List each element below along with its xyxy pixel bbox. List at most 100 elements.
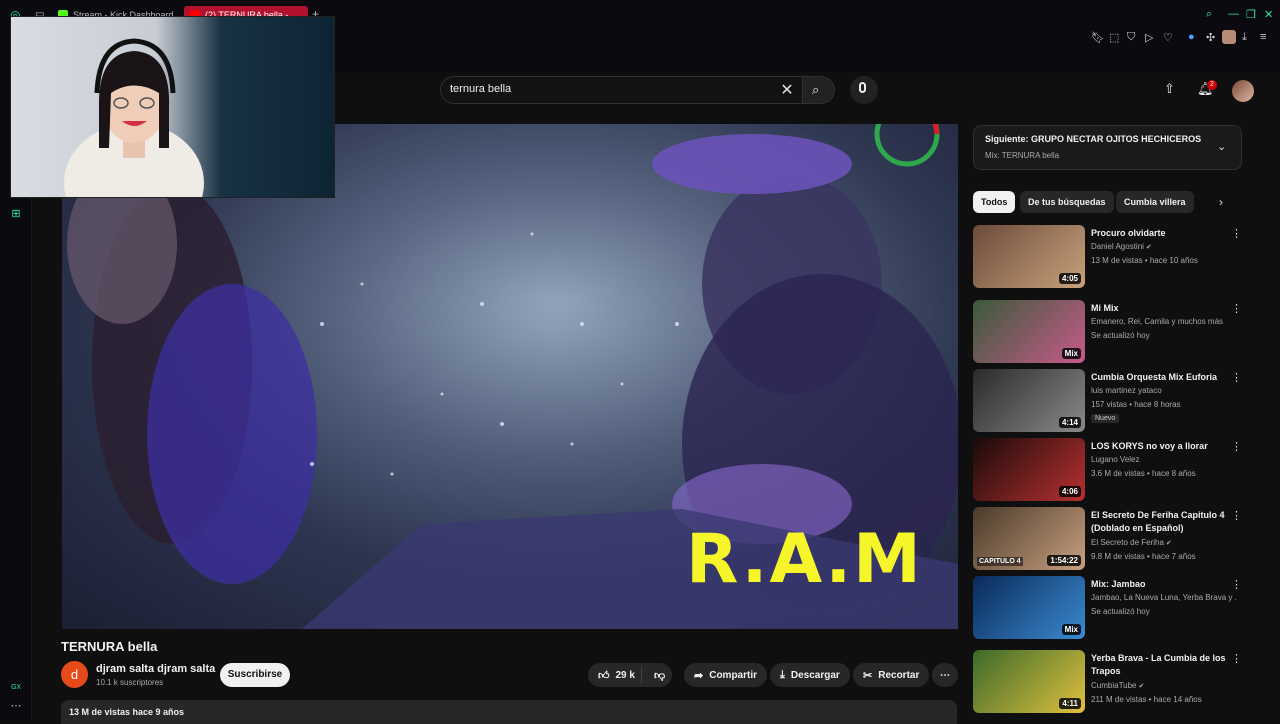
chip-todos[interactable]: Todos: [973, 191, 1016, 213]
recommendation-channel[interactable]: luis martinez yataco: [1091, 386, 1236, 395]
clear-search-icon[interactable]: ✕: [778, 80, 796, 100]
search-input-value[interactable]: ternura bella: [450, 83, 511, 95]
download-arrow-icon: ⤓: [780, 668, 785, 681]
verified-icon: ✔: [1143, 244, 1152, 251]
recommendation-channel[interactable]: Daniel Agostini ✔: [1091, 242, 1236, 251]
more-vertical-icon[interactable]: ⋮: [1231, 302, 1242, 315]
recommendation-channel[interactable]: CumbiaTube ✔: [1091, 681, 1236, 690]
sidebar-more-icon[interactable]: ⋯: [10, 700, 22, 712]
download-button[interactable]: ⤓ Descargar: [770, 663, 850, 687]
like-button[interactable]: 👍︎ 29 k: [588, 667, 642, 683]
recommendation-title[interactable]: LOS KORYS no voy a llorar: [1091, 440, 1231, 453]
up-next-panel[interactable]: [973, 125, 1242, 170]
voice-search-button[interactable]: [850, 76, 878, 104]
search-button[interactable]: ⌕: [803, 76, 835, 104]
thumbs-down-icon: 👎︎: [653, 669, 666, 682]
share-button[interactable]: ➦ Compartir: [684, 663, 768, 687]
duration-badge: 4:14: [1058, 417, 1081, 428]
account-avatar[interactable]: [1232, 80, 1254, 102]
recommendation-title[interactable]: Procuro olvidarte: [1091, 227, 1231, 240]
share-label: Compartir: [709, 669, 758, 681]
recommendation-title[interactable]: Cumbia Orquesta Mix Euforia: [1091, 371, 1231, 384]
recommendation-item[interactable]: CAPITULO 4 1:54:22 El Secreto De Feriha Ca…: [973, 507, 1243, 571]
channel-subscriber-count: 10.1 k suscriptores: [96, 678, 164, 687]
download-icon[interactable]: ⤓: [1242, 31, 1247, 44]
dislike-button[interactable]: 👎︎: [648, 669, 665, 682]
close-window-icon[interactable]: ✕: [1264, 8, 1273, 21]
recommendation-meta: 13 M de vistas • hace 10 años: [1091, 256, 1198, 265]
gx-logo-icon[interactable]: GX: [10, 682, 22, 694]
video-thumbnail[interactable]: 4:06: [973, 438, 1085, 501]
recommendation-item[interactable]: 4:06 LOS KORYS no voy a llorar Lugano Vele…: [973, 438, 1243, 502]
thumbs-up-icon: 👍︎: [598, 669, 610, 682]
video-thumbnail[interactable]: 4:11: [973, 650, 1085, 713]
recommendation-item[interactable]: Mix Mix: Jambao Jambao, La Nueva Luna, Yer…: [973, 576, 1243, 640]
channel-name-text: CumbiaTube: [1091, 681, 1137, 690]
recommendation-channel[interactable]: Lugano Velez: [1091, 455, 1236, 464]
clip-button[interactable]: ✂ Recortar: [853, 663, 930, 687]
recommendation-title[interactable]: Mi Mix: [1091, 302, 1231, 315]
recommendation-meta: 157 vistas • hace 8 horas: [1091, 400, 1181, 409]
snapshot-icon[interactable]: ⬚: [1109, 31, 1119, 44]
search-icon: ⌕: [812, 82, 820, 97]
more-vertical-icon[interactable]: ⋮: [1231, 440, 1242, 453]
video-thumbnail[interactable]: 4:05: [973, 225, 1085, 288]
mix-badge: Mix: [1061, 348, 1081, 359]
heart-icon[interactable]: ♡: [1163, 31, 1173, 44]
recommendation-item[interactable]: Mix Mi Mix Emanero, Rei, Camila y muchos m…: [973, 300, 1243, 364]
channel-name[interactable]: djram salta djram salta: [96, 663, 215, 675]
channel-name-text: Jambao, La Nueva Luna, Yerba Brava y ...: [1091, 593, 1236, 602]
extension-color-icon[interactable]: ●: [1188, 31, 1195, 43]
streamer-webcam-image: [64, 38, 204, 197]
more-vertical-icon[interactable]: ⋮: [1231, 371, 1242, 384]
more-vertical-icon[interactable]: ⋮: [1231, 578, 1242, 591]
mix-badge: Mix: [1061, 624, 1081, 635]
video-player[interactable]: R.A.M: [62, 124, 958, 629]
recommendation-channel[interactable]: Emanero, Rei, Camila y muchos más: [1091, 317, 1236, 326]
scissors-icon: ✂: [863, 669, 873, 682]
video-thumbnail[interactable]: Mix: [973, 576, 1085, 639]
more-vertical-icon[interactable]: ⋮: [1231, 652, 1242, 665]
recommendation-item[interactable]: 4:05 Procuro olvidarte Daniel Agostini ✔ 13…: [973, 225, 1243, 289]
more-actions-button[interactable]: ⋯: [932, 663, 958, 687]
puzzle-icon[interactable]: ✣: [1206, 31, 1215, 44]
shield-icon[interactable]: ⛉: [1127, 31, 1135, 44]
chip-cumbia-villera[interactable]: Cumbia villera: [1116, 191, 1194, 213]
recommendation-channel[interactable]: El Secreto de Feriha ✔: [1091, 538, 1236, 547]
video-thumbnail[interactable]: 4:14: [973, 369, 1085, 432]
maximize-icon[interactable]: ❐: [1246, 8, 1256, 21]
more-vertical-icon[interactable]: ⋮: [1231, 227, 1242, 240]
chip-de-tus-busquedas[interactable]: De tus búsquedas: [1020, 191, 1114, 213]
recommendation-item[interactable]: 4:11 Yerba Brava - La Cumbia de los Trapo…: [973, 650, 1243, 714]
description-box[interactable]: [61, 700, 957, 724]
minimize-icon[interactable]: —: [1228, 8, 1239, 20]
duration-badge: 4:05: [1058, 273, 1081, 284]
webcam-overlay: [10, 16, 335, 198]
subscribe-button[interactable]: Suscribirse: [220, 663, 290, 687]
bookmark-icon[interactable]: 🔖︎: [1091, 31, 1105, 44]
recommendation-meta: Se actualizó hoy: [1091, 607, 1150, 616]
recommendation-item[interactable]: 4:14 Cumbia Orquesta Mix Euforia luis mart…: [973, 369, 1243, 433]
recommendation-meta: 9.8 M de vistas • hace 7 años: [1091, 552, 1196, 561]
recommendation-title[interactable]: Mix: Jambao: [1091, 578, 1231, 591]
upload-icon[interactable]: ⇧: [1164, 81, 1175, 97]
play-icon[interactable]: ▷: [1145, 31, 1153, 44]
video-thumbnail[interactable]: Mix: [973, 300, 1085, 363]
profile-thumb-icon[interactable]: [1222, 30, 1236, 44]
new-badge: Nuevo: [1091, 414, 1120, 423]
share-icon: ➦: [694, 669, 704, 682]
channel-name-text: Lugano Velez: [1091, 455, 1140, 464]
recommendation-channel[interactable]: Jambao, La Nueva Luna, Yerba Brava y ...: [1091, 593, 1236, 602]
chevron-right-icon[interactable]: ›: [1219, 195, 1223, 209]
workspaces-icon[interactable]: ⊞: [10, 208, 22, 220]
search-tabs-icon[interactable]: ⌕: [1206, 8, 1212, 21]
recommendation-title[interactable]: Yerba Brava - La Cumbia de los Trapos: [1091, 652, 1231, 678]
menu-icon[interactable]: ≡: [1260, 31, 1266, 43]
channel-avatar[interactable]: d: [61, 661, 88, 688]
more-vertical-icon[interactable]: ⋮: [1231, 509, 1242, 522]
recommendation-title[interactable]: El Secreto De Feriha Capitulo 4 (Doblado…: [1091, 509, 1231, 535]
chevron-down-icon[interactable]: ⌄: [1217, 140, 1226, 153]
video-thumbnail[interactable]: CAPITULO 4 1:54:22: [973, 507, 1085, 570]
duration-badge: 1:54:22: [1047, 555, 1081, 566]
duration-badge: 4:11: [1059, 698, 1081, 709]
